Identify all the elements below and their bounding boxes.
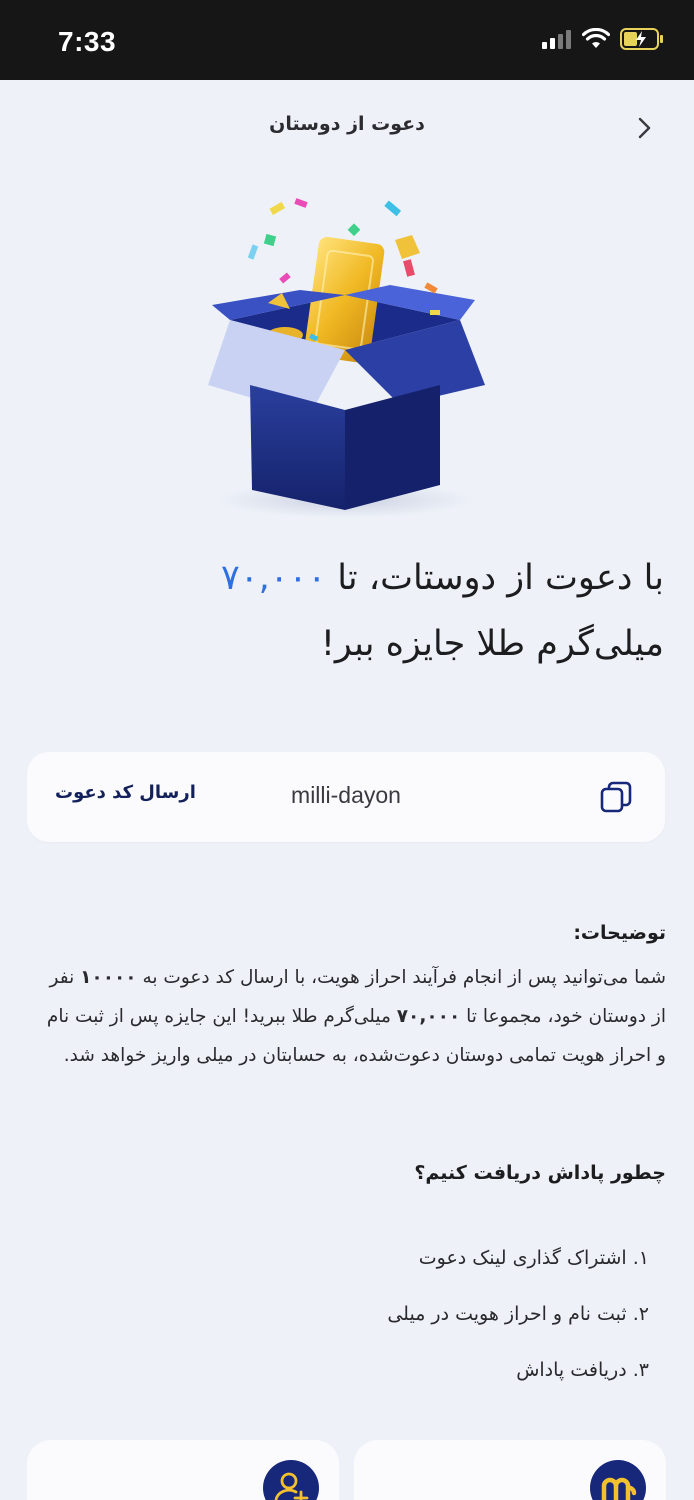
battery-charging-icon (620, 28, 663, 50)
invited-friends-card[interactable] (27, 1440, 339, 1500)
reward-step: ۳. دریافت پاداش (516, 1359, 649, 1381)
headline-line-1: با دعوت از دوستات، تا ۷۰,۰۰۰ (24, 545, 664, 611)
wifi-icon (582, 28, 610, 48)
reward-steps-list: ۱. اشتراک گذاری لینک دعوت ۲. ثبت نام و ا… (387, 1230, 649, 1398)
add-user-icon (263, 1460, 319, 1500)
header: دعوت از دوستان (0, 80, 694, 170)
description-title: توضیحات: (573, 922, 666, 944)
milli-reward-card[interactable] (354, 1440, 666, 1500)
headline: با دعوت از دوستات، تا ۷۰,۰۰۰ میلی‌گرم طل… (24, 545, 664, 677)
reward-step: ۲. ثبت نام و احراز هویت در میلی (387, 1303, 649, 1325)
how-to-reward-title: چطور پاداش دریافت کنیم؟ (414, 1162, 666, 1184)
headline-prefix: با دعوت از دوستات، تا (326, 558, 664, 598)
invite-code-value: milli-dayon (291, 782, 401, 808)
description-count: ۱۰۰۰۰ (80, 967, 137, 988)
gift-box-illustration (208, 198, 485, 518)
milli-logo-icon (590, 1460, 646, 1500)
status-bar: 7:33 (0, 0, 694, 80)
copy-icon[interactable] (597, 778, 635, 816)
chevron-right-icon[interactable] (630, 114, 658, 142)
page-title: دعوت از دوستان (269, 113, 425, 135)
reward-step: ۱. اشتراک گذاری لینک دعوت (418, 1247, 649, 1269)
description-text-1: شما می‌توانید پس از انجام فرآیند احراز ه… (136, 967, 666, 988)
description-body: شما می‌توانید پس از انجام فرآیند احراز ه… (36, 958, 666, 1075)
status-time: 7:33 (58, 26, 117, 57)
description-amount: ۷۰,۰۰۰ (396, 1006, 461, 1027)
headline-line-2: میلی‌گرم طلا جایزه ببر! (320, 624, 664, 664)
signal-icon (542, 30, 571, 49)
status-icons (542, 28, 664, 50)
headline-amount: ۷۰,۰۰۰ (221, 558, 327, 598)
invite-code-card: ارسال کد دعوت milli-dayon (27, 752, 665, 842)
